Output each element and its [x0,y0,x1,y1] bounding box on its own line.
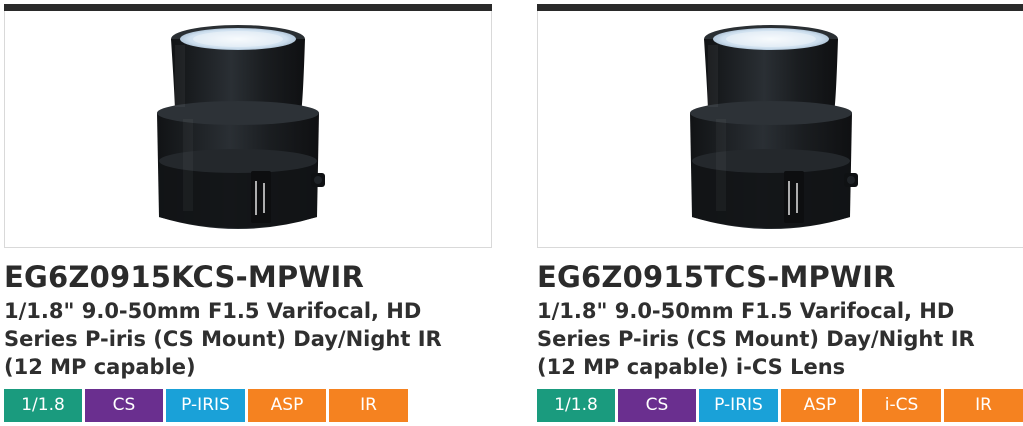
product-description: 1/1.8" 9.0-50mm F1.5 Varifocal, HD Serie… [537,299,975,379]
product-card-1[interactable]: EG6Z0915KCS-MPWIR 1/1.8" 9.0-50mm F1.5 V… [4,4,492,422]
product-image-frame[interactable] [4,11,492,248]
tag-mount[interactable]: CS [618,389,696,422]
tag-ir[interactable]: IR [329,389,408,422]
tag-format[interactable]: 1/1.8 [537,389,615,422]
product-code[interactable]: EG6Z0915KCS-MPWIR [4,260,492,294]
tag-row: 1/1.8 CS P-IRIS ASP i-CS IR [537,389,1023,422]
tag-row: 1/1.8 CS P-IRIS ASP IR [4,389,408,422]
lens-product-image [690,25,858,229]
tag-asp[interactable]: ASP [781,389,859,422]
card-top-bar [537,4,1023,11]
tag-iris[interactable]: P-IRIS [699,389,778,422]
tag-iris[interactable]: P-IRIS [166,389,245,422]
product-image-frame[interactable] [537,11,1023,248]
product-description: 1/1.8" 9.0-50mm F1.5 Varifocal, HD Serie… [4,299,442,379]
tag-format[interactable]: 1/1.8 [4,389,82,422]
card-top-bar [4,4,492,11]
tag-asp[interactable]: ASP [248,389,326,422]
product-card-2[interactable]: EG6Z0915TCS-MPWIR 1/1.8" 9.0-50mm F1.5 V… [537,4,1023,422]
tag-mount[interactable]: CS [85,389,163,422]
tag-ics[interactable]: i-CS [862,389,941,422]
tag-ir[interactable]: IR [944,389,1023,422]
lens-product-image [157,25,325,229]
product-code[interactable]: EG6Z0915TCS-MPWIR [537,260,1023,294]
